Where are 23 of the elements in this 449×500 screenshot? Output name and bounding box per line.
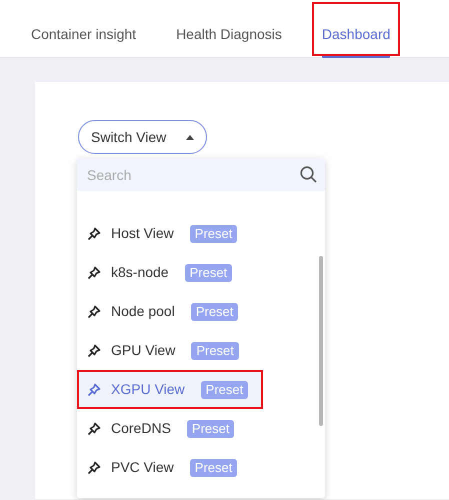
pin-icon [87, 304, 101, 318]
pin-icon [87, 344, 101, 358]
view-item[interactable]: XGPU View Preset [77, 370, 263, 409]
pin-icon [87, 460, 101, 474]
tab[interactable]: Container insight [31, 0, 136, 58]
preset-badge: Preset [190, 302, 238, 320]
search-field[interactable]: Search [77, 158, 325, 191]
pin-icon [87, 382, 101, 396]
preset-badge: Preset [191, 342, 239, 360]
tab[interactable]: Health Diagnosis [176, 0, 282, 58]
caret-icon [186, 134, 194, 140]
preset-badge: Preset [190, 224, 238, 242]
preset-badge: Preset [184, 264, 232, 282]
search-icon [300, 166, 317, 183]
preset-badge: Preset [200, 380, 248, 398]
preset-badge: Preset [190, 458, 238, 476]
switch-view-dropdown[interactable]: Switch View [78, 120, 207, 154]
scrollbar[interactable] [319, 256, 323, 426]
preset-badge: Preset [186, 420, 234, 438]
pin-icon [87, 266, 101, 280]
tab[interactable]: Dashboard [310, 0, 402, 58]
pin-icon [87, 422, 101, 436]
pin-icon [87, 226, 101, 240]
